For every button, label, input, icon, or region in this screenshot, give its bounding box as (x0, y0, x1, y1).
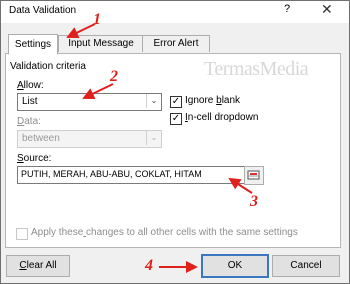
annotation-4: 4 (145, 257, 153, 274)
annotation-arrows (66, 23, 253, 273)
arrow-3 (228, 177, 253, 194)
arrow-1 (66, 23, 96, 39)
annotation-3: 3 (250, 193, 258, 210)
arrow-2 (82, 83, 114, 100)
annotation-1: 1 (93, 11, 101, 28)
annotation-2: 2 (110, 68, 118, 85)
